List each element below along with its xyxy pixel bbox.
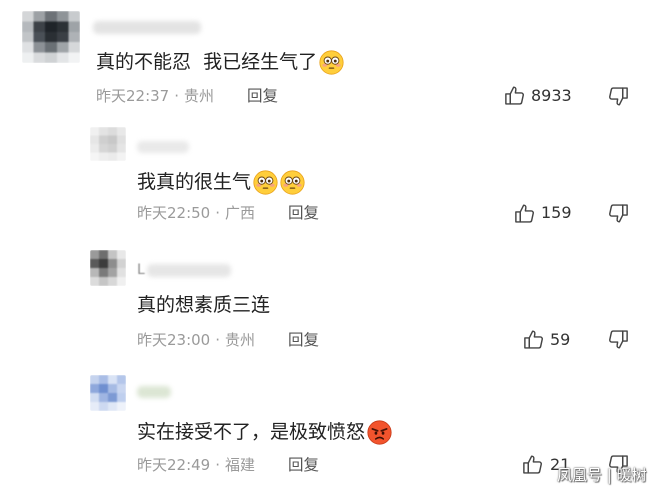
username-blurred[interactable] <box>93 21 201 34</box>
reply: 我真的很生气 昨天22:50 · 广西 回复 159 <box>0 120 660 240</box>
comment-text: 真的不能忍 我已经生气了 <box>96 49 344 75</box>
reply-text: 真的想素质三连 <box>137 292 270 318</box>
comment-location: 贵州 <box>184 87 215 105</box>
reply-text-content: 实在接受不了，是极致愤怒 <box>137 421 366 443</box>
reply-text-content: 我真的很生气 <box>137 171 252 193</box>
reply: L 真的想素质三连 昨天23:00 · 贵州 回复 59 <box>0 243 660 363</box>
reply-button[interactable]: 回复 <box>247 87 278 105</box>
like-button[interactable] <box>503 84 526 107</box>
reply-meta: 昨天23:00 · 贵州 <box>137 331 255 349</box>
dislike-button[interactable] <box>607 85 630 108</box>
meta-separator: · <box>215 331 221 349</box>
avatar[interactable] <box>90 250 126 286</box>
avatar[interactable] <box>90 127 126 161</box>
reply-location: 福建 <box>225 456 256 474</box>
thumbs-up-icon <box>513 202 536 225</box>
comment-time: 昨天22:37 <box>96 87 170 105</box>
comment: 真的不能忍 我已经生气了 昨天22:37 · 贵州 回复 8933 <box>0 0 660 120</box>
comment-meta: 昨天22:37 · 贵州 <box>96 87 214 105</box>
reply-text-content: 真的想素质三连 <box>137 294 271 316</box>
reply-text: 实在接受不了，是极致愤怒 <box>137 419 392 445</box>
thumbs-down-icon <box>607 202 630 225</box>
reply-time: 昨天23:00 <box>137 331 211 349</box>
username[interactable]: L <box>137 262 145 278</box>
like-button[interactable] <box>521 453 544 476</box>
dislike-button[interactable] <box>607 202 630 225</box>
meta-separator: · <box>174 87 180 105</box>
avatar-image <box>90 250 126 286</box>
angry-face-icon <box>367 420 392 445</box>
thumbs-up-icon <box>503 84 526 107</box>
reply-location: 贵州 <box>225 331 256 349</box>
watermark: 凤凰号 | 暖树 <box>557 466 647 484</box>
username-blurred[interactable] <box>137 386 171 398</box>
like-count: 8933 <box>531 86 572 105</box>
flushed-face-icon <box>280 170 305 195</box>
reply-button[interactable]: 回复 <box>288 204 319 222</box>
like-count: 59 <box>550 330 571 349</box>
avatar[interactable] <box>90 375 126 411</box>
flushed-face-icon <box>319 50 344 75</box>
thumbs-down-icon <box>607 328 630 351</box>
avatar[interactable] <box>22 11 80 63</box>
thumbs-down-icon <box>607 85 630 108</box>
like-count: 159 <box>541 203 572 222</box>
reply-time: 昨天22:50 <box>137 204 211 222</box>
comment-text-content: 真的不能忍 我已经生气了 <box>96 51 318 73</box>
reply-time: 昨天22:49 <box>137 456 211 474</box>
reply-button[interactable]: 回复 <box>288 456 319 474</box>
reply-text: 我真的很生气 <box>137 169 305 195</box>
flushed-face-icon <box>253 170 278 195</box>
dislike-button[interactable] <box>607 328 630 351</box>
like-button[interactable] <box>513 202 536 225</box>
meta-separator: · <box>215 204 221 222</box>
username-blurred[interactable] <box>147 264 231 277</box>
avatar-image <box>90 375 126 411</box>
username-blurred[interactable] <box>137 141 189 153</box>
reply-meta: 昨天22:50 · 广西 <box>137 204 255 222</box>
reply-location: 广西 <box>225 204 256 222</box>
reply-button[interactable]: 回复 <box>288 331 319 349</box>
avatar-image <box>90 127 126 161</box>
thumbs-up-icon <box>521 453 544 476</box>
like-button[interactable] <box>522 328 545 351</box>
reply-meta: 昨天22:49 · 福建 <box>137 456 255 474</box>
avatar-image <box>22 11 80 63</box>
meta-separator: · <box>215 456 221 474</box>
thumbs-up-icon <box>522 328 545 351</box>
